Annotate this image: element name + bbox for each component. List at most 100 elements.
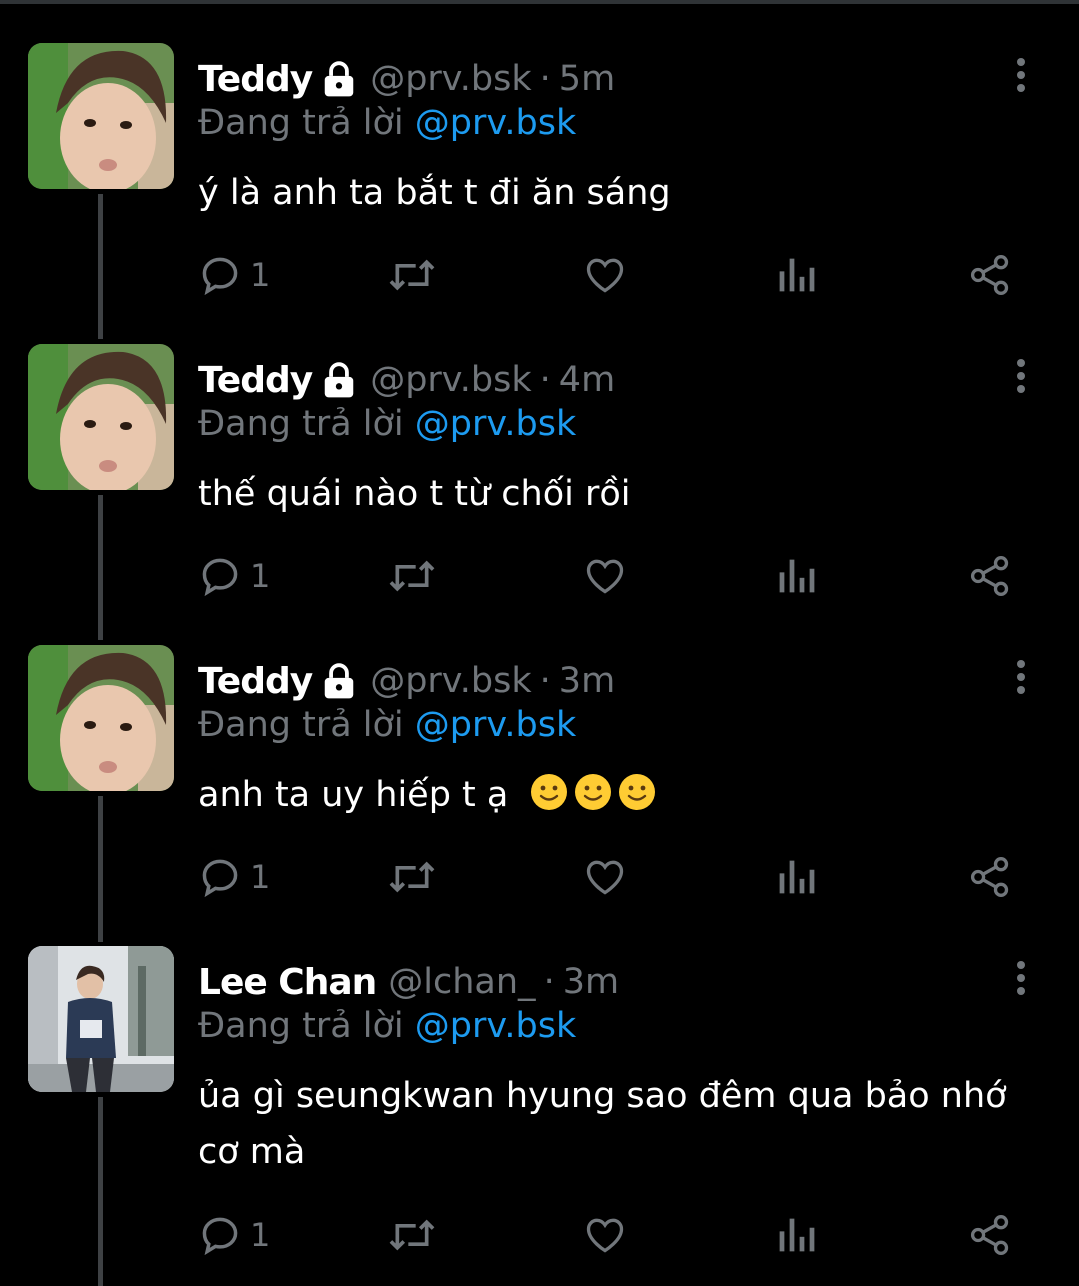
like-icon xyxy=(586,860,624,895)
avatar[interactable] xyxy=(28,946,174,1092)
mention-link[interactable]: @prv.bsk xyxy=(415,103,576,143)
retweet-button[interactable] xyxy=(388,1210,436,1260)
display-name[interactable]: Lee Chan xyxy=(198,962,377,1003)
tweet-text: ủa gì seungkwan hyung sao đêm qua bảo nh… xyxy=(198,1076,1007,1172)
mention-link[interactable]: @prv.bsk xyxy=(415,705,576,745)
views-button[interactable] xyxy=(776,852,816,902)
avatar-teddy-image xyxy=(28,43,174,189)
tweet-text-container: anh ta uy hiếp t ạ xyxy=(198,767,1048,823)
share-button[interactable] xyxy=(968,852,1012,902)
reply-button[interactable]: 1 xyxy=(198,551,270,601)
action-bar: 1 xyxy=(198,1210,1028,1260)
replying-to: Đang trả lời @prv.bsk xyxy=(198,103,576,143)
like-icon xyxy=(586,559,624,594)
like-icon xyxy=(586,1218,624,1253)
reply-count: 1 xyxy=(250,1216,271,1254)
mention-link[interactable]: @prv.bsk xyxy=(415,1006,576,1046)
slightly-smiling-face-emoji xyxy=(531,774,568,810)
like-button[interactable] xyxy=(582,250,628,300)
reply-count: 1 xyxy=(250,557,271,595)
reply-count: 1 xyxy=(250,858,271,896)
tweet-header: Lee Chan @lchan_ · 3m xyxy=(198,958,619,1006)
tweet-header: Teddy @prv.bsk · 5m xyxy=(198,55,615,103)
retweet-icon xyxy=(389,1219,435,1251)
lock-icon xyxy=(324,61,354,97)
share-button[interactable] xyxy=(968,551,1012,601)
action-bar: 1 xyxy=(198,852,1028,902)
retweet-button[interactable] xyxy=(388,852,436,902)
handle[interactable]: @prv.bsk xyxy=(370,59,531,99)
reply-count: 1 xyxy=(250,256,271,294)
retweet-button[interactable] xyxy=(388,551,436,601)
avatar[interactable] xyxy=(28,43,174,189)
views-icon xyxy=(779,258,815,292)
action-bar: 1 xyxy=(198,250,1028,300)
handle[interactable]: @prv.bsk xyxy=(370,360,531,400)
share-button[interactable] xyxy=(968,1210,1012,1260)
handle[interactable]: @prv.bsk xyxy=(370,661,531,701)
views-button[interactable] xyxy=(776,551,816,601)
timestamp[interactable]: 3m xyxy=(563,962,619,1002)
more-icon[interactable] xyxy=(1006,356,1036,396)
views-button[interactable] xyxy=(776,250,816,300)
reply-button[interactable]: 1 xyxy=(198,1210,270,1260)
slightly-smiling-face-emoji xyxy=(575,774,612,810)
like-button[interactable] xyxy=(582,852,628,902)
avatar[interactable] xyxy=(28,344,174,490)
views-icon xyxy=(779,559,815,593)
reply-prefix: Đang trả lời xyxy=(198,1006,404,1046)
like-button[interactable] xyxy=(582,1210,628,1260)
share-icon xyxy=(970,1215,1009,1255)
retweet-icon xyxy=(389,861,435,893)
tweet-text: ý là anh ta bắt t đi ăn sáng xyxy=(198,173,671,213)
reply-icon xyxy=(202,859,238,898)
views-button[interactable] xyxy=(776,1210,816,1260)
replying-to: Đang trả lời @prv.bsk xyxy=(198,1006,576,1046)
display-name[interactable]: Teddy xyxy=(198,661,313,702)
lock-icon xyxy=(324,663,354,699)
display-name[interactable]: Teddy xyxy=(198,360,313,401)
more-icon[interactable] xyxy=(1006,657,1036,697)
avatar[interactable] xyxy=(28,645,174,791)
separator: · xyxy=(539,360,551,400)
handle[interactable]: @lchan_ xyxy=(388,962,535,1002)
reply-icon xyxy=(202,257,238,296)
timestamp[interactable]: 5m xyxy=(559,59,615,99)
separator: · xyxy=(543,962,555,1002)
tweet-header: Teddy @prv.bsk · 4m xyxy=(198,356,615,404)
share-button[interactable] xyxy=(968,250,1012,300)
timestamp[interactable]: 3m xyxy=(559,661,615,701)
lock-icon xyxy=(324,362,354,398)
separator: · xyxy=(539,661,551,701)
retweet-icon xyxy=(389,259,435,291)
tweet[interactable]: Teddy @prv.bsk · 4m Đang trả lời @prv.bs… xyxy=(0,344,1079,646)
separator: · xyxy=(539,59,551,99)
avatar-teddy-image xyxy=(28,344,174,490)
like-button[interactable] xyxy=(582,551,628,601)
reply-button[interactable]: 1 xyxy=(198,852,270,902)
views-icon xyxy=(779,1218,815,1252)
reply-icon xyxy=(202,1217,238,1256)
more-icon[interactable] xyxy=(1006,55,1036,95)
more-icon[interactable] xyxy=(1006,958,1036,998)
avatar-lee-chan-image xyxy=(28,946,174,1092)
tweet[interactable]: Teddy @prv.bsk · 3m Đang trả lời @prv.bs… xyxy=(0,645,1079,947)
slightly-smiling-face-emoji xyxy=(619,774,656,810)
display-name[interactable]: Teddy xyxy=(198,59,313,100)
tweet-header: Teddy @prv.bsk · 3m xyxy=(198,657,615,705)
like-icon xyxy=(586,258,624,293)
timestamp[interactable]: 4m xyxy=(559,360,615,400)
reply-button[interactable]: 1 xyxy=(198,250,270,300)
retweet-button[interactable] xyxy=(388,250,436,300)
action-bar: 1 xyxy=(198,551,1028,601)
top-divider xyxy=(0,0,1079,4)
mention-link[interactable]: @prv.bsk xyxy=(415,404,576,444)
tweet[interactable]: Teddy @prv.bsk · 5m Đang trả lời @prv.bs… xyxy=(0,43,1079,345)
tweet[interactable]: Lee Chan @lchan_ · 3m Đang trả lời @prv.… xyxy=(0,946,1079,1286)
share-icon xyxy=(970,857,1009,897)
replying-to: Đang trả lời @prv.bsk xyxy=(198,705,576,745)
reply-prefix: Đang trả lời xyxy=(198,705,404,745)
views-icon xyxy=(779,860,815,894)
share-icon xyxy=(970,556,1009,596)
replying-to: Đang trả lời @prv.bsk xyxy=(198,404,576,444)
